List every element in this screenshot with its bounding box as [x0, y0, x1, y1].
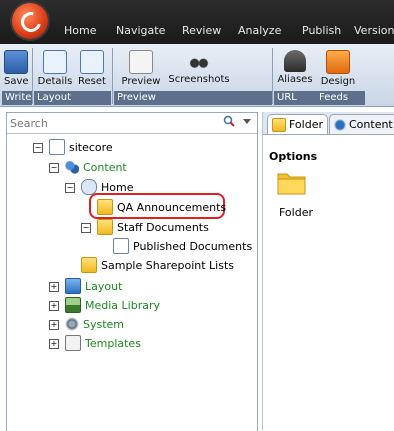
ribbon-separator [272, 48, 273, 104]
reset-icon [80, 50, 104, 74]
group-preview-label: Preview [114, 91, 272, 105]
aliases-label: Aliases [277, 74, 313, 85]
tree-node-published-documents[interactable]: Published Documents [113, 237, 252, 255]
editor-tab-strip: Folder Content [263, 112, 394, 135]
insert-folder-label[interactable]: Folder [279, 206, 313, 219]
system-icon [65, 317, 79, 331]
tree-label-sitecore: sitecore [69, 140, 113, 154]
document-icon [113, 238, 129, 254]
search-dropdown-icon[interactable] [243, 119, 251, 124]
tree-label-system: System [83, 317, 125, 331]
editor-pane: Folder Content Options Folder [262, 112, 394, 430]
content-icon [65, 160, 79, 174]
collapse-toggle[interactable]: − [65, 183, 75, 193]
tree-label-sample-sharepoint-lists: Sample Sharepoint Lists [101, 258, 234, 272]
group-write-label: Write [2, 91, 32, 105]
tree-label-content: Content [83, 160, 127, 174]
ribbon-separator [112, 48, 113, 104]
tree-label-layout: Layout [85, 279, 123, 293]
tree-node-staff-documents[interactable]: Staff Documents [97, 218, 209, 236]
tab-home[interactable]: Home [64, 24, 96, 37]
media-library-icon [65, 297, 81, 313]
tree-label-templates: Templates [85, 336, 141, 350]
tab-publish[interactable]: Publish [302, 24, 341, 37]
tree-node-system[interactable]: System [65, 315, 124, 333]
expand-toggle[interactable]: + [49, 282, 59, 292]
details-label: Details [37, 76, 73, 87]
save-button[interactable]: Save [4, 50, 29, 87]
rss-icon [326, 50, 350, 74]
document-icon [49, 139, 65, 155]
collapse-toggle[interactable]: − [33, 143, 43, 153]
tree-node-templates[interactable]: Templates [65, 334, 141, 352]
expand-toggle[interactable]: + [49, 320, 59, 330]
top-menu-bar: Home Navigate Review Analyze Publish Ver… [0, 0, 394, 44]
tree-label-qa-announcements: QA Announcements [117, 200, 227, 214]
search-input[interactable] [7, 113, 212, 133]
tree-node-layout[interactable]: Layout [65, 277, 122, 295]
tab-review[interactable]: Review [182, 24, 221, 37]
folder-icon [272, 117, 286, 132]
layout-icon [65, 278, 81, 294]
sitecore-logo-icon[interactable] [12, 3, 48, 39]
tree-node-sample-sharepoint-lists[interactable]: Sample Sharepoint Lists [81, 256, 234, 274]
reset-button[interactable]: Reset [76, 50, 108, 87]
preview-label: Preview [121, 76, 161, 87]
screenshots-button[interactable]: Screenshots [168, 50, 230, 85]
content-tree-pane: − sitecore − Content − Home QA Announcem… [6, 112, 258, 431]
binoculars-icon [188, 50, 210, 72]
content-tab-icon [334, 118, 346, 131]
tab-analyze[interactable]: Analyze [238, 24, 281, 37]
screenshots-label: Screenshots [168, 74, 230, 85]
preview-button[interactable]: Preview [116, 50, 166, 87]
tree-label-published-documents: Published Documents [133, 239, 253, 253]
tree-node-media-library[interactable]: Media Library [65, 296, 160, 314]
reset-label: Reset [78, 76, 106, 87]
tab-version[interactable]: Version [354, 24, 394, 37]
ribbon: Save Details Reset Preview Screenshots A… [0, 44, 394, 107]
search-bar [7, 113, 257, 134]
details-button[interactable]: Details [36, 50, 74, 87]
tab-content-label: Content [349, 118, 393, 131]
tab-folder-label: Folder [289, 118, 323, 131]
tree-label-staff-documents: Staff Documents [117, 220, 209, 234]
details-icon [43, 50, 67, 74]
tab-navigate[interactable]: Navigate [116, 24, 165, 37]
aliases-icon [284, 50, 306, 72]
collapse-toggle[interactable]: − [49, 163, 59, 173]
templates-icon [65, 335, 81, 351]
options-heading: Options [269, 150, 318, 163]
folder-icon[interactable] [277, 170, 307, 196]
design-button[interactable]: Design [318, 50, 358, 87]
folder-icon [97, 199, 113, 215]
tree-node-sitecore[interactable]: sitecore [49, 138, 113, 156]
group-url-label: URL [274, 91, 316, 105]
ribbon-separator [32, 48, 33, 104]
search-icon[interactable] [223, 115, 235, 127]
tree-node-content[interactable]: Content [65, 158, 127, 176]
tree-label-home: Home [101, 180, 134, 194]
folder-icon [81, 257, 97, 273]
save-label: Save [4, 76, 29, 87]
group-feeds-label: Feeds [316, 91, 365, 105]
folder-icon [97, 219, 113, 235]
tab-folder[interactable]: Folder [267, 114, 328, 134]
tree-label-media-library: Media Library [85, 298, 160, 312]
aliases-button[interactable]: Aliases [276, 50, 314, 85]
save-icon [4, 50, 28, 74]
group-layout-label: Layout [34, 91, 111, 105]
preview-icon [129, 50, 153, 74]
tab-content[interactable]: Content [329, 114, 394, 134]
expand-toggle[interactable]: + [49, 301, 59, 311]
design-label: Design [320, 76, 356, 87]
collapse-toggle[interactable]: − [81, 223, 91, 233]
expand-toggle[interactable]: + [49, 339, 59, 349]
tree-node-qa-announcements[interactable]: QA Announcements [97, 198, 226, 216]
